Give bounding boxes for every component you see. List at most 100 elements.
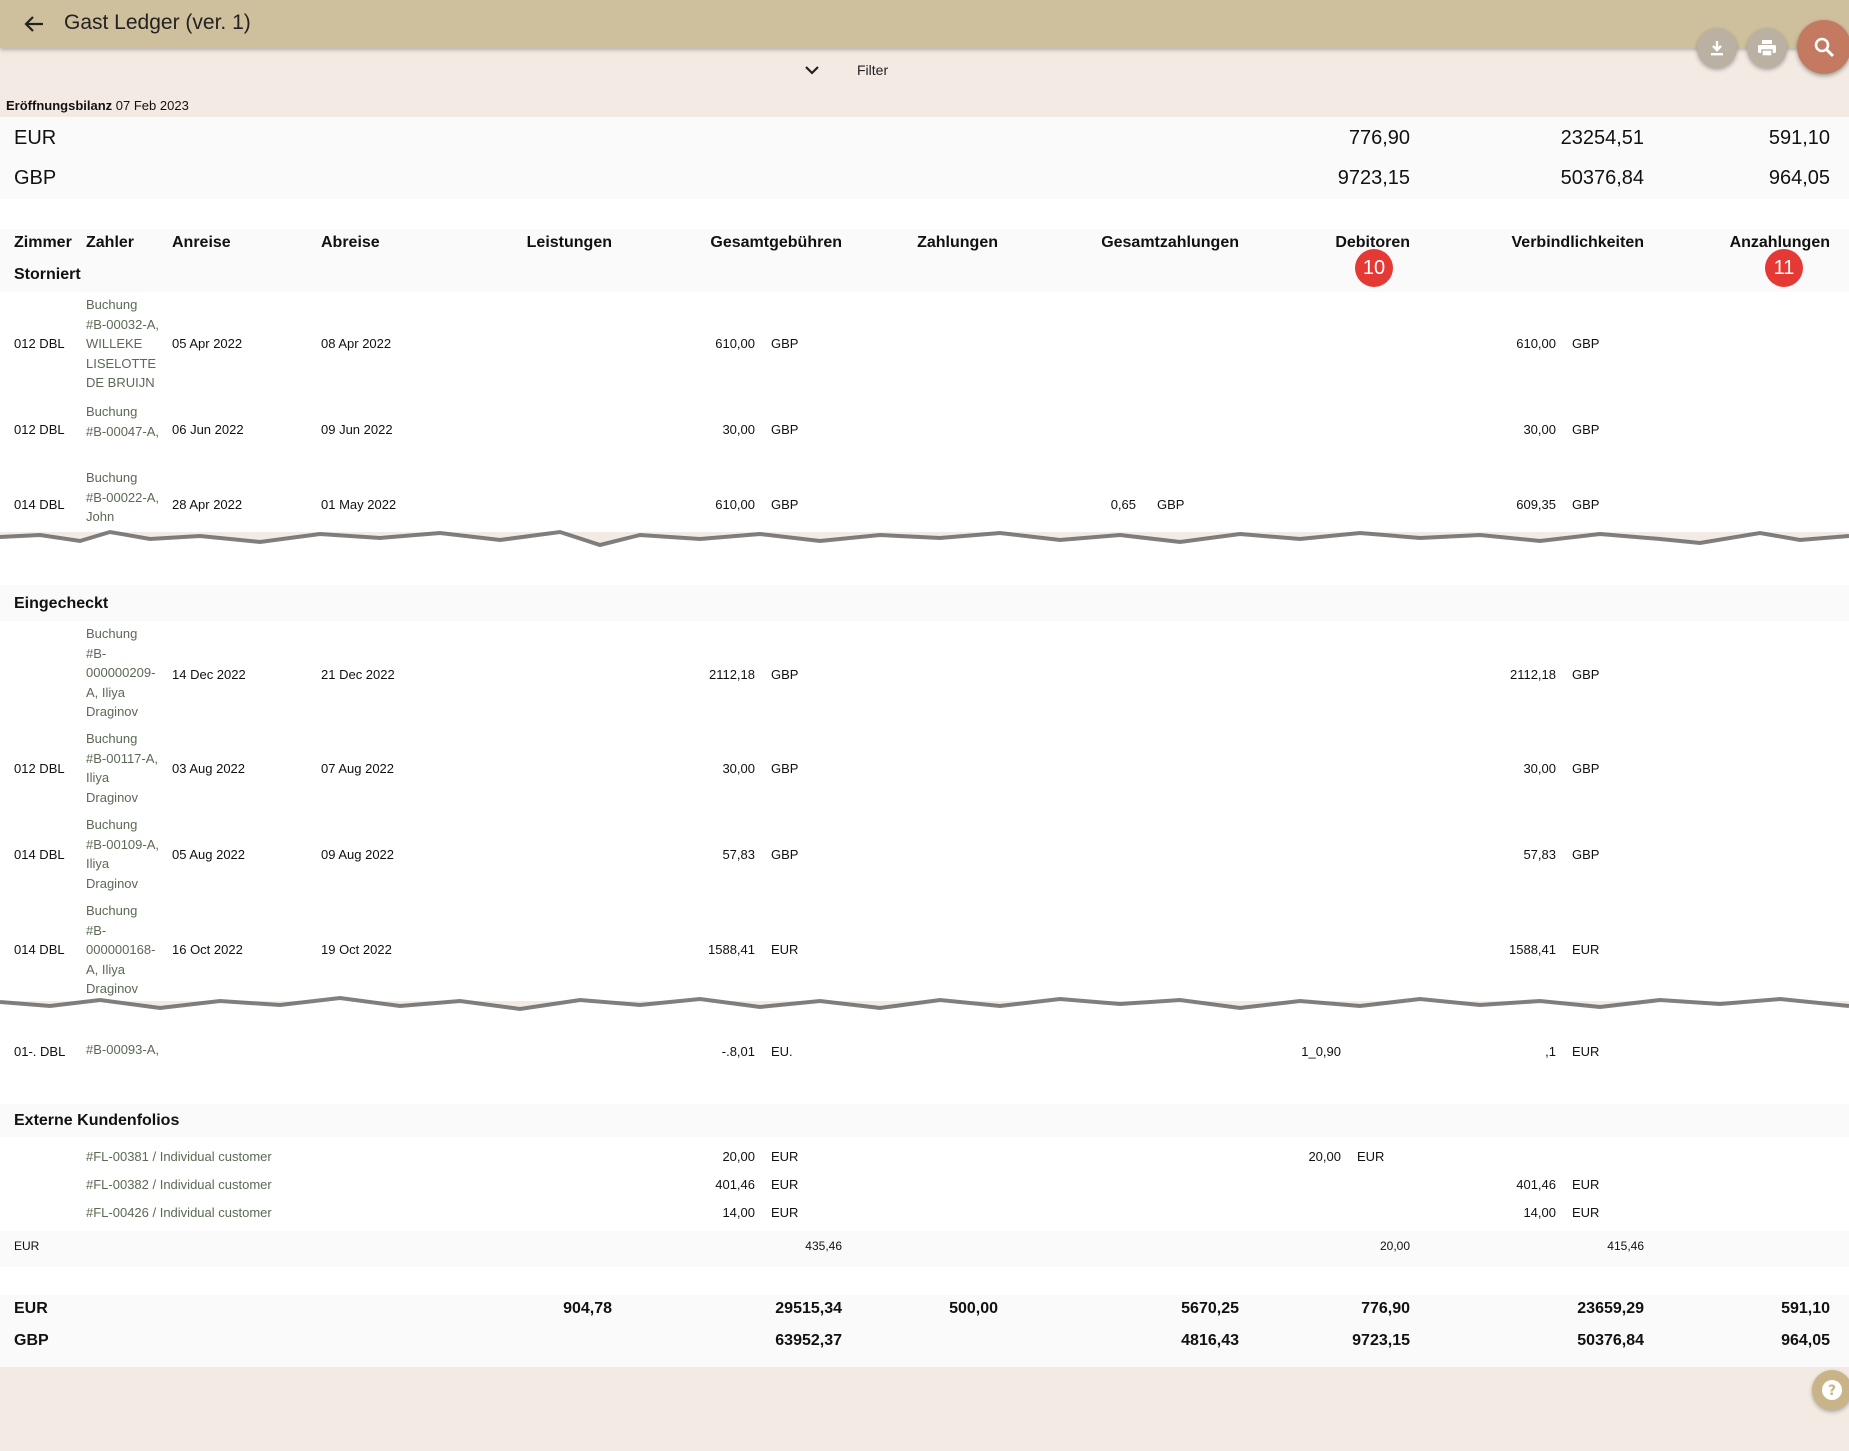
- subtotal-charges: 435,46: [805, 1239, 842, 1253]
- room-cell: 012 DBL: [14, 336, 65, 351]
- liabilities-cell: 1588,41: [1509, 942, 1556, 957]
- charges-currency: GBP: [771, 761, 799, 776]
- liabilities-currency: EUR: [1572, 942, 1600, 957]
- currency-label: EUR: [14, 1239, 40, 1253]
- liabilities-currency: EUR: [1572, 1044, 1600, 1059]
- charges-currency: GBP: [771, 847, 799, 862]
- charges-cell: 1588,41: [708, 942, 755, 957]
- opening-balance-table: EUR 776,90 23254,51 591,10 GBP 9723,15 5…: [0, 117, 1849, 199]
- payer-link[interactable]: Buchung #B-00109-A, Iliya Draginov: [86, 815, 161, 893]
- table-row[interactable]: 012 DBL Buchung #B-00032-A, WILLEKE LISE…: [0, 294, 1849, 390]
- torn-edge-divider: [0, 995, 1849, 1042]
- column-header-abreise[interactable]: Abreise: [321, 234, 380, 252]
- receivables-currency: EUR: [1357, 1149, 1385, 1164]
- liabilities-currency: GBP: [1572, 761, 1600, 776]
- filter-label: Filter: [857, 62, 889, 78]
- column-header-zahlungen[interactable]: Zahlungen: [917, 234, 998, 252]
- charges-cell: 610,00: [715, 497, 755, 512]
- departure-cell: 19 Oct 2022: [321, 942, 392, 957]
- column-header-gesamtzahlungen[interactable]: Gesamtzahlungen: [1101, 234, 1239, 252]
- section-title-eingecheckt: Eingecheckt: [14, 595, 109, 612]
- departure-cell: 07 Aug 2022: [321, 761, 395, 776]
- departure-cell: 08 Apr 2022: [321, 336, 392, 351]
- charges-cell: 610,00: [715, 336, 755, 351]
- payer-link[interactable]: Buchung #B-00117-A, Iliya Draginov: [86, 729, 161, 807]
- download-button[interactable]: [1697, 28, 1737, 68]
- payments-total-cell: 0,65: [1110, 497, 1136, 512]
- charges-cell: 20,00: [722, 1149, 755, 1164]
- total-gesamtzahlungen: 4816,43: [1181, 1332, 1239, 1349]
- back-arrow-icon[interactable]: [19, 10, 49, 38]
- charges-currency: EUR: [771, 1177, 799, 1192]
- charges-currency: GBP: [771, 497, 799, 512]
- folio-link[interactable]: #FL-00381 / Individual customer: [86, 1149, 272, 1164]
- currency-label: GBP: [14, 1332, 49, 1349]
- liabilities-cell: ,1: [1545, 1044, 1556, 1059]
- opening-row: GBP 9723,15 50376,84 964,05: [0, 167, 1849, 197]
- payer-link[interactable]: #B-00093-A,: [86, 1042, 161, 1060]
- subtotal-liabilities: 415,46: [1607, 1239, 1644, 1253]
- table-row[interactable]: 012 DBL Buchung #B-00047-A, 06 Jun 2022 …: [0, 400, 1849, 458]
- total-gesamtzahlungen: 5670,25: [1181, 1300, 1239, 1317]
- table-row[interactable]: 01-. DBL #B-00093-A, -.8,01 EU. 1_0,90 ,…: [0, 1042, 1849, 1104]
- opening-anzahlungen: 591,10: [1768, 127, 1830, 149]
- table-row[interactable]: 014 DBL Buchung #B-00109-A, Iliya Dragin…: [0, 814, 1849, 894]
- total-debitoren: 776,90: [1361, 1300, 1410, 1317]
- folio-link[interactable]: #FL-00426 / Individual customer: [86, 1205, 272, 1220]
- charges-cell: 30,00: [722, 422, 755, 437]
- column-header-anreise[interactable]: Anreise: [172, 234, 231, 252]
- charges-currency: EUR: [771, 1205, 799, 1220]
- payer-link[interactable]: Buchung #B-000000209-A, Iliya Draginov: [86, 624, 161, 722]
- table-row[interactable]: Buchung #B-000000209-A, Iliya Draginov 1…: [0, 623, 1849, 721]
- room-cell: 012 DBL: [14, 422, 65, 437]
- payer-link[interactable]: Buchung #B-00047-A,: [86, 402, 161, 441]
- help-button[interactable]: ?: [1812, 1370, 1849, 1410]
- total-verbindlichkeiten: 23659,29: [1577, 1300, 1644, 1317]
- total-gebuehren: 63952,37: [775, 1332, 842, 1349]
- search-button[interactable]: [1797, 20, 1849, 74]
- column-header-zimmer[interactable]: Zimmer: [14, 234, 72, 252]
- liabilities-currency: GBP: [1572, 336, 1600, 351]
- opening-balance-date: 07 Feb 2023: [115, 98, 189, 113]
- departure-cell: 09 Aug 2022: [321, 847, 395, 862]
- subtotal-receivables: 20,00: [1379, 1239, 1410, 1253]
- payments-currency: GBP: [1157, 497, 1185, 512]
- room-cell: 014 DBL: [14, 497, 65, 512]
- arrival-cell: 05 Aug 2022: [172, 847, 246, 862]
- liabilities-cell: 14,00: [1523, 1205, 1556, 1220]
- total-leistungen: 904,78: [563, 1300, 612, 1317]
- download-icon: [1711, 41, 1723, 56]
- payer-link[interactable]: Buchung #B-00032-A, WILLEKE LISELOTTE DE…: [86, 295, 161, 393]
- liabilities-currency: GBP: [1572, 497, 1600, 512]
- opening-debitoren: 776,90: [1348, 127, 1410, 149]
- column-header-verbindlichkeiten[interactable]: Verbindlichkeiten: [1512, 234, 1644, 252]
- table-row[interactable]: #FL-00426 / Individual customer 14,00 EU…: [0, 1201, 1849, 1225]
- search-icon: [1814, 37, 1835, 58]
- room-cell: 01-. DBL: [14, 1044, 66, 1059]
- folio-link[interactable]: #FL-00382 / Individual customer: [86, 1177, 272, 1192]
- section-header-eingecheckt: Eingecheckt: [0, 585, 1849, 621]
- receivables-cell: 1_0,90: [1301, 1044, 1341, 1059]
- spacer: [0, 575, 1849, 585]
- column-header-gesamtgebuehren[interactable]: Gesamtgebühren: [710, 234, 842, 252]
- charges-cell: -.8,01: [721, 1044, 755, 1059]
- extern-body: #FL-00381 / Individual customer 20,00 EU…: [0, 1137, 1849, 1231]
- opening-balance-title: Eröffnungsbilanz: [6, 98, 113, 113]
- table-row[interactable]: #FL-00382 / Individual customer 401,46 E…: [0, 1173, 1849, 1197]
- charges-currency: EU.: [771, 1044, 793, 1059]
- table-row[interactable]: #FL-00381 / Individual customer 20,00 EU…: [0, 1145, 1849, 1169]
- liabilities-cell: 2112,18: [1509, 667, 1556, 682]
- svg-text:?: ?: [1828, 1383, 1836, 1399]
- charges-cell: 30,00: [722, 761, 755, 776]
- table-row[interactable]: 012 DBL Buchung #B-00117-A, Iliya Dragin…: [0, 728, 1849, 808]
- opening-balance-label: Eröffnungsbilanz 07 Feb 2023: [6, 98, 189, 113]
- room-cell: 012 DBL: [14, 761, 65, 776]
- section-title-storniert: Storniert: [14, 266, 81, 283]
- column-header-zahler[interactable]: Zahler: [86, 234, 134, 252]
- liabilities-cell: 610,00: [1516, 336, 1556, 351]
- filter-toggle[interactable]: Filter: [0, 60, 1849, 82]
- total-row: EUR 904,78 29515,34 500,00 5670,25 776,9…: [0, 1300, 1849, 1328]
- opening-anzahlungen: 964,05: [1768, 167, 1830, 189]
- print-button[interactable]: [1747, 28, 1787, 68]
- column-header-leistungen[interactable]: Leistungen: [527, 234, 612, 252]
